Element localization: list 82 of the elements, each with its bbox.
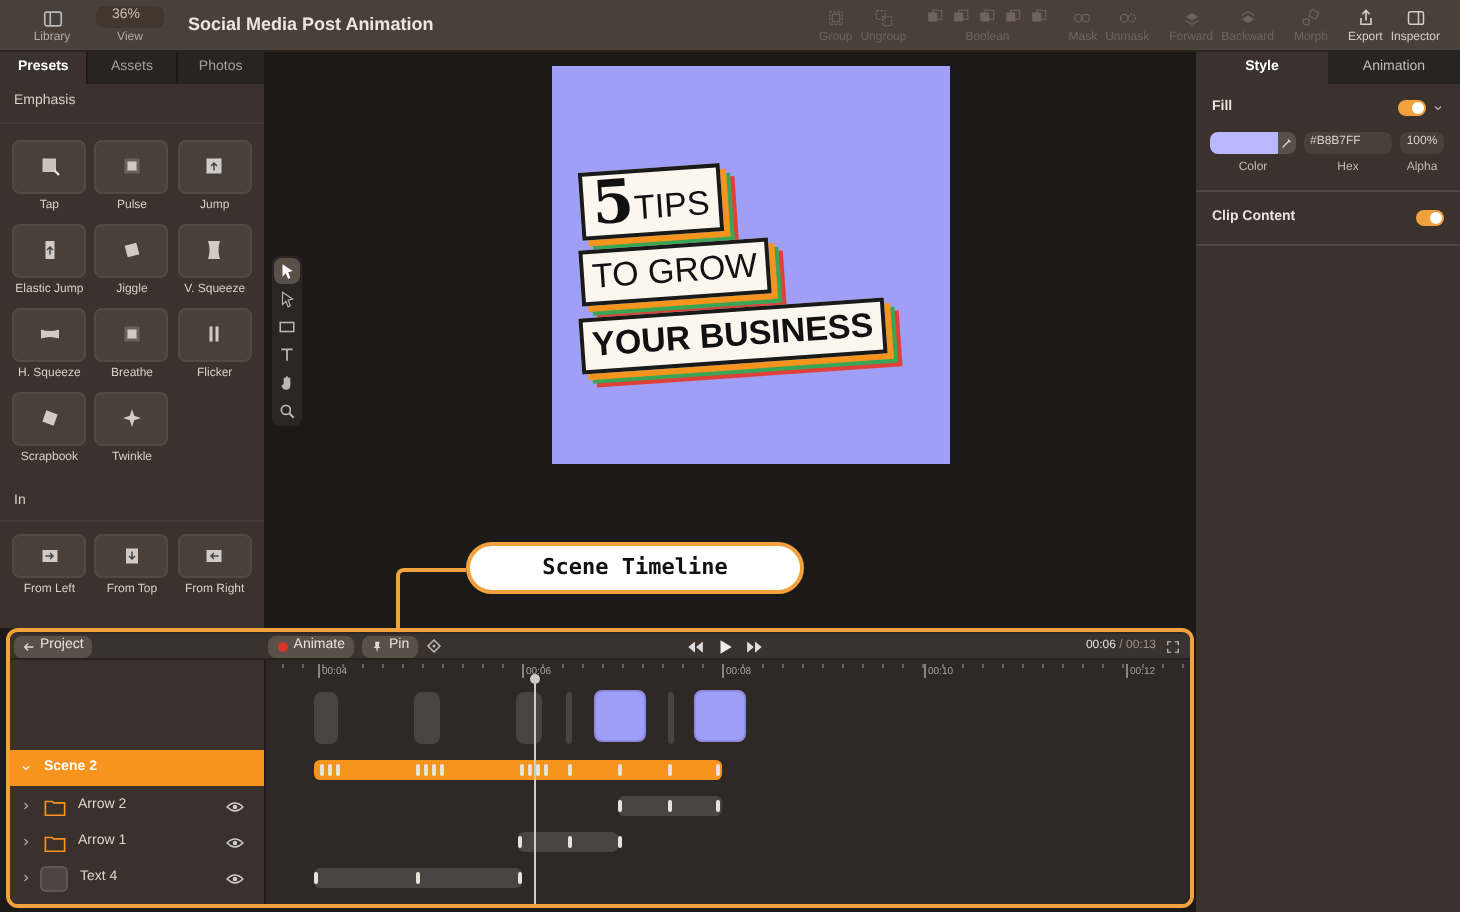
scene-thumbnail bbox=[594, 690, 646, 742]
morph-icon bbox=[1300, 7, 1321, 27]
sidebar-icon bbox=[41, 7, 63, 29]
hand-icon bbox=[278, 374, 296, 392]
preset-tile[interactable] bbox=[177, 534, 252, 578]
keyframe-mark bbox=[314, 872, 317, 884]
eye-icon[interactable] bbox=[226, 833, 244, 851]
eye-icon[interactable] bbox=[226, 797, 244, 815]
square-icon bbox=[119, 322, 144, 346]
clip-strip bbox=[414, 692, 440, 744]
folder-icon bbox=[44, 831, 66, 853]
card-text: TO GROW bbox=[590, 243, 760, 299]
preset-tile[interactable] bbox=[94, 307, 169, 361]
card-text: YOUR BUSINESS bbox=[590, 303, 875, 367]
keyframe-mark bbox=[618, 800, 621, 812]
group-icon bbox=[825, 7, 846, 27]
share-icon bbox=[1355, 7, 1376, 27]
pin-icon bbox=[370, 639, 385, 653]
preset-tile[interactable] bbox=[177, 307, 252, 361]
chevron-right-icon[interactable] bbox=[20, 836, 32, 848]
pointer-outline-icon bbox=[278, 290, 296, 308]
keyframe-mark bbox=[668, 800, 671, 812]
keyframe-mark bbox=[618, 764, 621, 776]
right-arrow-square-icon bbox=[37, 544, 62, 568]
keyframe-mark bbox=[416, 872, 419, 884]
document-title: Social Media Post Animation bbox=[188, 11, 434, 38]
preset-tile[interactable] bbox=[94, 391, 169, 445]
color-swatch[interactable] bbox=[1210, 131, 1278, 153]
preset-tile[interactable] bbox=[12, 307, 87, 361]
keyframe-mark bbox=[618, 836, 621, 848]
keyframe-mark bbox=[716, 764, 719, 776]
preset-tile[interactable] bbox=[94, 139, 169, 193]
card-numeral: 5 bbox=[590, 172, 636, 235]
toggle-switch[interactable] bbox=[1416, 209, 1444, 226]
ungroup-icon bbox=[873, 7, 894, 27]
preset-tile[interactable] bbox=[12, 534, 87, 578]
sidebar-icon bbox=[1405, 7, 1426, 27]
keyframe-mark bbox=[668, 764, 671, 776]
chevron-down-icon[interactable] bbox=[1432, 102, 1444, 115]
text-tool-icon bbox=[278, 346, 296, 364]
canvas-tool-button[interactable] bbox=[274, 258, 300, 284]
preset-tile[interactable] bbox=[12, 223, 87, 277]
up-arrow-square-icon bbox=[202, 154, 227, 178]
layers-icon bbox=[1181, 7, 1202, 27]
callout-label: Scene Timeline bbox=[466, 542, 804, 594]
preset-tile[interactable] bbox=[12, 139, 87, 193]
chevron-right-icon[interactable] bbox=[20, 872, 32, 884]
folder-icon bbox=[44, 795, 66, 817]
preset-tile[interactable] bbox=[12, 391, 87, 445]
pointer-icon bbox=[278, 262, 296, 280]
back-arrow-icon bbox=[22, 639, 36, 653]
scene-thumbnail bbox=[694, 690, 746, 742]
keyframe-icon[interactable] bbox=[425, 638, 442, 654]
preset-tile[interactable] bbox=[177, 223, 252, 277]
card-text: TIPS bbox=[632, 180, 712, 231]
search-icon bbox=[278, 402, 296, 420]
keyframe-mark bbox=[568, 836, 571, 848]
keyframe-mark bbox=[518, 836, 521, 848]
layer-thumbnail bbox=[40, 865, 68, 891]
square-icon bbox=[119, 154, 144, 178]
rewind-icon[interactable] bbox=[685, 637, 704, 655]
rectangle-icon bbox=[278, 318, 296, 336]
eye-icon[interactable] bbox=[226, 869, 244, 887]
clip-strip bbox=[314, 692, 338, 744]
sparkle-icon bbox=[119, 406, 144, 430]
fast-forward-icon[interactable] bbox=[745, 637, 764, 655]
preset-tile[interactable] bbox=[94, 534, 169, 578]
clip-strip bbox=[516, 692, 542, 744]
chevron-right-icon[interactable] bbox=[20, 800, 32, 812]
left-arrow-square-icon bbox=[202, 544, 227, 568]
eyedropper-icon bbox=[1280, 135, 1294, 149]
preset-tile[interactable] bbox=[177, 139, 252, 193]
eyedropper-button[interactable] bbox=[1278, 131, 1296, 153]
play-icon[interactable] bbox=[715, 637, 734, 655]
layers-icon bbox=[1237, 7, 1258, 27]
keyframe-mark bbox=[716, 800, 719, 812]
tap-preset-icon bbox=[37, 154, 62, 178]
keyframe-mark bbox=[518, 872, 521, 884]
toggle-switch[interactable] bbox=[1398, 100, 1426, 117]
preset-tile[interactable] bbox=[94, 223, 169, 277]
keyframe-mark bbox=[568, 764, 571, 776]
fullscreen-icon[interactable] bbox=[1166, 639, 1180, 653]
